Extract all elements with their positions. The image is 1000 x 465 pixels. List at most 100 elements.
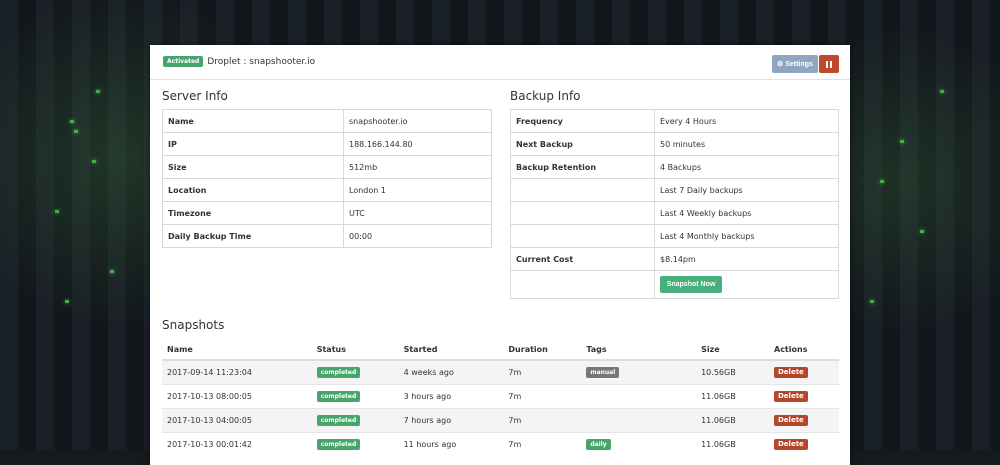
snapshot-status-cell: completed [311, 408, 399, 433]
status-badge: completed [316, 415, 361, 426]
delete-button[interactable]: Delete [774, 439, 808, 450]
snapshot-name: 2017-10-13 08:00:05 [162, 384, 312, 409]
snapshot-size: 10.56GB [696, 359, 769, 385]
status-badge: completed [316, 439, 361, 450]
backup-info-key [510, 201, 655, 225]
backup-info-row: Last 4 Monthly backups [510, 224, 839, 248]
snapshot-actions-cell: Delete [769, 432, 839, 456]
pause-icon [826, 60, 832, 68]
snapshot-row: 2017-10-13 08:00:05 completed 3 hours ago 7… [162, 384, 839, 409]
column-header-tags: Tags [581, 339, 697, 361]
tag-badge: manual [586, 367, 620, 378]
backup-info-key [510, 178, 655, 202]
column-header-status: Status [311, 339, 399, 361]
snapshot-actions-cell: Delete [769, 384, 839, 409]
server-info-value: 188.166.144.80 [343, 132, 492, 156]
snapshot-row: 2017-10-13 04:00:05 completed 7 hours ago 7… [162, 408, 839, 433]
snapshot-duration: 7m [503, 359, 582, 385]
led-light [92, 160, 96, 163]
delete-button[interactable]: Delete [774, 391, 808, 402]
led-light [70, 120, 74, 123]
server-info-row: Location London 1 [162, 178, 492, 202]
snapshot-size: 11.06GB [696, 432, 769, 456]
snapshot-name: 2017-09-14 11:23:04 [162, 359, 312, 385]
snapshot-started: 3 hours ago [398, 384, 504, 409]
droplet-label: Droplet : snapshooter.io [207, 56, 316, 67]
settings-button[interactable]: ⚙ Settings [772, 55, 818, 73]
snapshot-status-cell: completed [311, 384, 399, 409]
led-light [96, 90, 100, 93]
status-badge: completed [316, 367, 361, 378]
header-divider [150, 79, 850, 80]
snapshot-row: 2017-10-13 00:01:42 completed 11 hours ago… [162, 432, 839, 456]
backup-info-key: Frequency [510, 109, 655, 133]
backup-info-value: 50 minutes [654, 132, 839, 156]
column-header-actions: Actions [769, 339, 839, 361]
snapshot-actions-cell: Delete [769, 359, 839, 385]
backup-info-key [510, 270, 655, 299]
server-info-key: Daily Backup Time [162, 224, 344, 248]
backup-info-row: Last 4 Weekly backups [510, 201, 839, 225]
backup-info-row: Next Backup 50 minutes [510, 132, 839, 156]
backup-info-value: $8.14pm [654, 247, 839, 271]
backup-info-row: Current Cost $8.14pm [510, 247, 839, 271]
snapshots-table: Name Status Started Duration Tags Size Actions… [162, 339, 839, 456]
backup-info-row: Backup Retention 4 Backups [510, 155, 839, 179]
droplet-panel: Activated Droplet : snapshooter.io ⚙ Set… [150, 45, 850, 465]
snapshot-name: 2017-10-13 00:01:42 [162, 432, 312, 456]
server-info-key: Size [162, 155, 344, 179]
server-info-value: London 1 [343, 178, 492, 202]
backup-info-key: Next Backup [510, 132, 655, 156]
panel-header: Activated Droplet : snapshooter.io [163, 56, 315, 67]
snapshot-now-cell: Snapshot Now [654, 270, 839, 299]
snapshot-duration: 7m [503, 408, 582, 433]
snapshot-tags-cell [581, 408, 697, 433]
snapshot-tags-cell: daily [581, 432, 697, 456]
led-light [55, 210, 59, 213]
snapshot-size: 11.06GB [696, 384, 769, 409]
server-info-row: Name snapshooter.io [162, 109, 492, 133]
backup-info-value: Last 4 Monthly backups [654, 224, 839, 248]
led-light [880, 180, 884, 183]
led-light [65, 300, 69, 303]
backup-info-value: 4 Backups [654, 155, 839, 179]
snapshot-started: 11 hours ago [398, 432, 504, 456]
snapshots-title: Snapshots [162, 318, 225, 332]
server-info-row: Size 512mb [162, 155, 492, 179]
delete-button[interactable]: Delete [774, 415, 808, 426]
snapshot-started: 7 hours ago [398, 408, 504, 433]
backup-info-key [510, 224, 655, 248]
column-header-name: Name [162, 339, 312, 361]
settings-label: Settings [785, 60, 813, 68]
server-info-title: Server Info [162, 89, 228, 103]
snapshot-status-cell: completed [311, 432, 399, 456]
snapshot-row: 2017-09-14 11:23:04 completed 4 weeks ago 7… [162, 359, 839, 385]
led-light [870, 300, 874, 303]
backup-info-value: Last 7 Daily backups [654, 178, 839, 202]
backup-info-key: Current Cost [510, 247, 655, 271]
pause-button[interactable] [819, 55, 839, 73]
server-info-row: Timezone UTC [162, 201, 492, 225]
led-light [920, 230, 924, 233]
status-badge: completed [316, 391, 361, 402]
snapshot-duration: 7m [503, 384, 582, 409]
backup-info-row: Frequency Every 4 Hours [510, 109, 839, 133]
snapshot-duration: 7m [503, 432, 582, 456]
snapshot-name: 2017-10-13 04:00:05 [162, 408, 312, 433]
server-info-table: Name snapshooter.io IP 188.166.144.80 Size 51… [162, 109, 492, 248]
column-header-started: Started [398, 339, 504, 361]
snapshot-started: 4 weeks ago [398, 359, 504, 385]
server-info-key: Name [162, 109, 344, 133]
tag-badge: daily [586, 439, 611, 450]
backup-info-key: Backup Retention [510, 155, 655, 179]
server-info-row: IP 188.166.144.80 [162, 132, 492, 156]
snapshot-now-button[interactable]: Snapshot Now [660, 276, 722, 293]
led-light [110, 270, 114, 273]
backup-info-row: Last 7 Daily backups [510, 178, 839, 202]
activated-badge: Activated [163, 56, 204, 67]
backup-info-value: Every 4 Hours [654, 109, 839, 133]
backup-info-title: Backup Info [510, 89, 581, 103]
snapshot-size: 11.06GB [696, 408, 769, 433]
server-info-row: Daily Backup Time 00:00 [162, 224, 492, 248]
delete-button[interactable]: Delete [774, 367, 808, 378]
